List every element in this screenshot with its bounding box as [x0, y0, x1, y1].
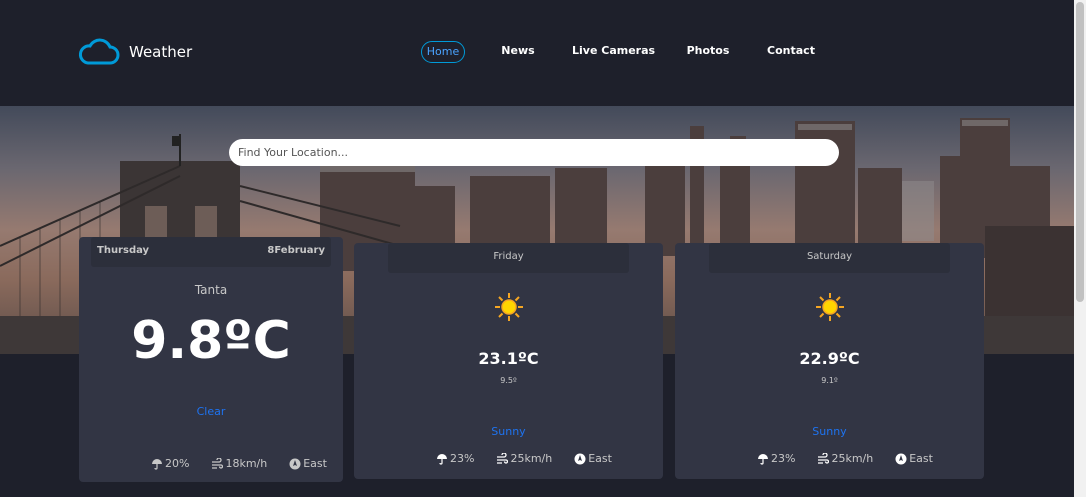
- nav-contact[interactable]: Contact: [764, 41, 818, 63]
- rain-stat: 20%: [151, 457, 189, 470]
- today-date: 8February: [267, 245, 325, 256]
- wind-stat: 25km/h: [496, 452, 552, 465]
- scrollbar-thumb[interactable]: [1076, 2, 1084, 302]
- rain-stat: 23%: [757, 452, 795, 465]
- city-name: Tanta: [194, 283, 228, 297]
- forecast-stats: 23% 25km/h East: [436, 452, 612, 465]
- forecast-card: Saturday 22.9ºC 9.1º Sunny 23% 25km/h Ea…: [675, 243, 984, 479]
- today-condition: Clear: [196, 405, 226, 418]
- forecast-condition: Sunny: [491, 425, 526, 438]
- direction-value: East: [303, 457, 327, 470]
- nav-home[interactable]: Home: [421, 41, 465, 63]
- direction-value: East: [588, 452, 612, 465]
- wind-stat: 25km/h: [817, 452, 873, 465]
- site-header: Weather Home News Live Cameras Photos Co…: [0, 0, 1074, 106]
- forecast-day: Saturday: [709, 243, 950, 273]
- compass-icon: [574, 453, 586, 464]
- rain-stat: 23%: [436, 452, 474, 465]
- nav-news[interactable]: News: [496, 41, 540, 63]
- wind-icon: [212, 457, 224, 469]
- current-temperature: 9.8ºC: [131, 311, 291, 371]
- rain-value: 20%: [165, 457, 190, 470]
- forecast-min-temp: 9.5º: [500, 376, 517, 385]
- today-day: Thursday: [97, 245, 150, 256]
- nav-live-cameras[interactable]: Live Cameras: [572, 41, 655, 63]
- wind-value: 25km/h: [831, 452, 874, 465]
- direction-value: East: [909, 452, 933, 465]
- main-nav: Home News Live Cameras Photos Contact: [0, 41, 1074, 63]
- direction-stat: East: [574, 452, 612, 465]
- rain-value: 23%: [450, 452, 475, 465]
- wind-stat: 18km/h: [211, 457, 267, 470]
- forecast-max-temp: 22.9ºC: [799, 349, 860, 368]
- umbrella-icon: [437, 453, 447, 465]
- nav-photos[interactable]: Photos: [684, 41, 732, 63]
- umbrella-icon: [152, 458, 162, 470]
- today-card-header: Thursday 8February: [91, 237, 331, 267]
- today-stats: 20% 18km/h East: [151, 457, 327, 470]
- direction-stat: East: [289, 457, 327, 470]
- direction-stat: East: [895, 452, 933, 465]
- compass-icon: [895, 453, 907, 464]
- sun-icon: [816, 293, 844, 321]
- forecast-day: Friday: [388, 243, 629, 273]
- today-card: Thursday 8February Tanta 9.8ºC Clear 20%…: [79, 237, 343, 482]
- wind-value: 25km/h: [510, 452, 553, 465]
- compass-icon: [289, 458, 301, 469]
- forecast-card: Friday 23.1ºC 9.5º Sunny 23% 25km/h East: [354, 243, 663, 479]
- sun-icon: [495, 293, 523, 321]
- wind-value: 18km/h: [225, 457, 268, 470]
- forecast-stats: 23% 25km/h East: [757, 452, 933, 465]
- forecast-condition: Sunny: [812, 425, 847, 438]
- page-scrollbar[interactable]: [1074, 0, 1086, 497]
- umbrella-icon: [758, 453, 768, 465]
- wind-icon: [818, 452, 830, 464]
- location-search-input[interactable]: [229, 139, 839, 166]
- forecast-min-temp: 9.1º: [821, 376, 838, 385]
- forecast-max-temp: 23.1ºC: [478, 349, 539, 368]
- rain-value: 23%: [771, 452, 796, 465]
- wind-icon: [497, 452, 509, 464]
